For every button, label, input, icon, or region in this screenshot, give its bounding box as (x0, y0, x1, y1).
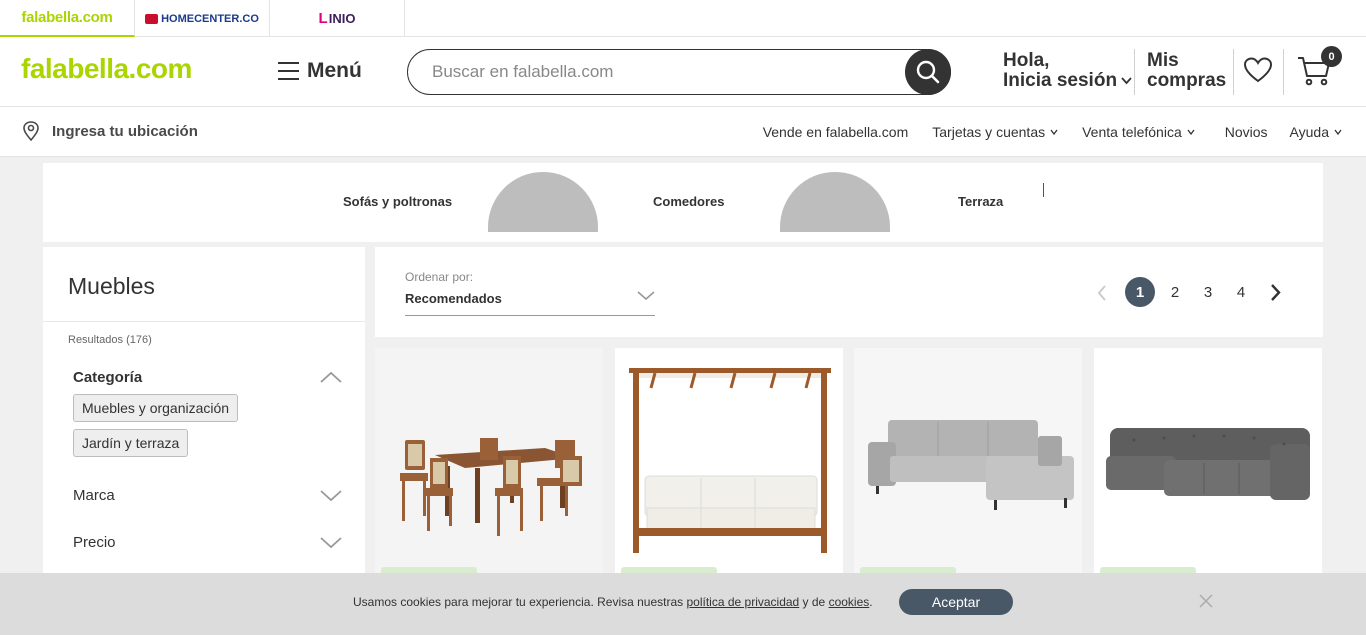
category-strip: Sofás y poltronas Comedores Terraza (43, 163, 1323, 242)
linio-logo: L INIO (318, 10, 356, 27)
page-2[interactable]: 2 (1167, 277, 1183, 307)
facet-brand[interactable]: Marca (73, 487, 115, 504)
chevron-down-icon[interactable] (320, 490, 342, 502)
product-image (854, 348, 1082, 573)
chevron-down-icon (1334, 129, 1342, 135)
link-cards-accounts[interactable]: Tarjetas y cuentas (932, 124, 1058, 140)
menu-label: Menú (307, 59, 362, 82)
chevron-right-icon[interactable] (1270, 284, 1281, 301)
cookie-banner: Usamos cookies para mejorar tu experienc… (0, 573, 1366, 635)
chip-jardin-terraza[interactable]: Jardín y terraza (73, 429, 189, 457)
chevron-down-icon (1050, 129, 1058, 135)
facet-price[interactable]: Precio (73, 534, 116, 551)
chevron-down-icon (1187, 129, 1195, 135)
page-4[interactable]: 4 (1233, 277, 1249, 307)
link-phone-sales[interactable]: Venta telefónica (1082, 124, 1195, 140)
chevron-down-icon (1121, 77, 1132, 85)
sort-label: Ordenar por: (405, 270, 474, 284)
sectional-sofa-light-icon (854, 348, 1082, 573)
product-card[interactable] (854, 348, 1082, 578)
falabella-logo[interactable]: falabella.com (21, 53, 192, 85)
filters-sidebar: Muebles Resultados (176) Categoría Muebl… (43, 247, 365, 577)
link-help[interactable]: Ayuda (1290, 124, 1342, 140)
homecenter-logo: HOMECENTER.CO (145, 13, 259, 25)
results-count: Resultados (176) (68, 334, 152, 346)
search-bar (407, 49, 951, 95)
header-divider (1233, 49, 1234, 95)
search-input[interactable] (432, 62, 892, 82)
page-3[interactable]: 3 (1200, 277, 1216, 307)
accept-cookies-button[interactable]: Aceptar (899, 589, 1013, 615)
main-header: falabella.com Menú Hola, Inicia sesión M… (0, 37, 1366, 107)
login-cta: Inicia sesión (1003, 71, 1132, 91)
cookie-message: Usamos cookies para mejorar tu experienc… (353, 595, 873, 609)
chip-muebles-organizacion[interactable]: Muebles y organización (73, 394, 239, 422)
canopy-sofa-icon (615, 348, 843, 573)
product-card[interactable] (1094, 348, 1322, 578)
location-button[interactable]: Ingresa tu ubicación (22, 121, 198, 141)
close-icon[interactable] (1198, 593, 1214, 609)
sort-select[interactable]: Recomendados (405, 291, 502, 306)
search-icon (916, 60, 940, 84)
cookies-link[interactable]: cookies (829, 595, 870, 609)
chevron-down-icon[interactable] (637, 291, 655, 301)
brand-bar: falabella.com HOMECENTER.CO L INIO (0, 0, 1366, 37)
divider (43, 321, 365, 322)
category-image-placeholder[interactable] (780, 172, 890, 232)
category-image-placeholder[interactable] (488, 172, 598, 232)
dining-table-set-icon (375, 348, 603, 573)
sort-pagination-bar: Ordenar por: Recomendados 1 2 3 4 (375, 247, 1323, 337)
product-card[interactable] (615, 348, 843, 578)
menu-button[interactable]: Menú (278, 59, 362, 83)
favorites-button[interactable] (1243, 56, 1273, 89)
product-image (615, 348, 843, 573)
product-image (1094, 348, 1322, 573)
falabella-small-logo: falabella.com (21, 9, 113, 26)
brand-tab-linio[interactable]: L INIO (270, 0, 405, 37)
login-button[interactable]: Hola, Inicia sesión (1003, 51, 1132, 91)
privacy-policy-link[interactable]: política de privacidad (686, 595, 799, 609)
brand-tab-falabella[interactable]: falabella.com (0, 0, 135, 37)
product-image (375, 348, 603, 573)
page-1[interactable]: 1 (1125, 277, 1155, 307)
search-button[interactable] (905, 49, 951, 95)
location-bar: Ingresa tu ubicación Vende en falabella.… (0, 107, 1366, 157)
cart-count-badge: 0 (1321, 46, 1342, 67)
heart-icon (1243, 57, 1273, 83)
homecenter-icon (145, 13, 159, 24)
sectional-sofa-dark-icon (1094, 348, 1322, 573)
header-divider (1283, 49, 1284, 95)
top-links: Vende en falabella.com Tarjetas y cuenta… (763, 124, 1342, 140)
link-novios[interactable]: Novios (1225, 124, 1268, 140)
link-sell[interactable]: Vende en falabella.com (763, 124, 909, 140)
location-pin-icon (23, 121, 39, 141)
login-greeting: Hola, (1003, 50, 1050, 71)
category-terrace[interactable]: Terraza (958, 194, 1003, 209)
page-title: Muebles (68, 273, 155, 299)
hamburger-icon (278, 62, 299, 80)
location-label: Ingresa tu ubicación (52, 122, 198, 140)
brand-tab-homecenter[interactable]: HOMECENTER.CO (135, 0, 270, 37)
category-sofas[interactable]: Sofás y poltronas (343, 194, 452, 209)
header-divider (1134, 49, 1135, 95)
category-dining[interactable]: Comedores (653, 194, 725, 209)
facet-category[interactable]: Categoría (73, 369, 142, 386)
chevron-left-icon[interactable] (1097, 285, 1107, 301)
chevron-down-icon[interactable] (320, 537, 342, 549)
category-divider (1043, 183, 1044, 197)
product-card[interactable] (375, 348, 603, 578)
my-purchases-button[interactable]: Mis compras (1147, 51, 1226, 91)
linio-icon: L (318, 10, 328, 27)
chevron-up-icon[interactable] (320, 371, 342, 383)
sort-underline (405, 315, 655, 316)
